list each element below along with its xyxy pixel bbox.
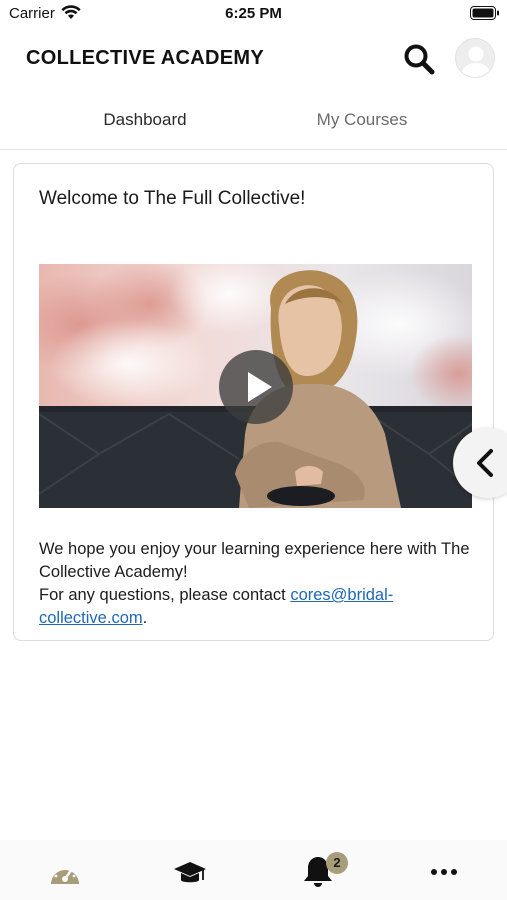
bottom-nav: 2 [0,840,507,900]
chevron-left-icon [477,449,493,477]
card-title: Welcome to The Full Collective! [39,188,306,209]
status-bar: Carrier 6:25 PM [0,0,507,28]
app-header: COLLECTIVE ACADEMY [0,28,507,90]
nav-dashboard[interactable] [45,854,85,890]
play-icon [248,372,272,402]
nav-courses[interactable] [170,854,210,890]
clock-time: 6:25 PM [225,5,282,22]
tab-dashboard[interactable]: Dashboard [45,110,245,130]
card-body-text: We hope you enjoy your learning experien… [39,538,479,630]
search-icon[interactable] [402,42,436,76]
contact-prefix: For any questions, please contact [39,586,291,604]
contact-line: For any questions, please contact cores@… [39,584,479,630]
app-title: COLLECTIVE ACADEMY [26,47,264,69]
avatar[interactable] [455,38,495,78]
graduation-cap-icon [174,862,206,883]
play-button[interactable] [219,350,293,424]
user-silhouette-icon [461,46,491,77]
welcome-card: Welcome to The Full Collective! We hope … [13,163,494,641]
notification-badge: 2 [326,852,348,874]
nav-more[interactable] [424,854,464,890]
welcome-video[interactable] [39,264,472,508]
battery-icon [470,6,500,25]
tab-bar: Dashboard My Courses [0,98,507,150]
welcome-message: We hope you enjoy your learning experien… [39,540,470,581]
speedometer-icon [51,864,79,884]
contact-suffix: . [142,609,148,627]
tab-my-courses[interactable]: My Courses [262,110,462,130]
more-icon [431,869,457,875]
